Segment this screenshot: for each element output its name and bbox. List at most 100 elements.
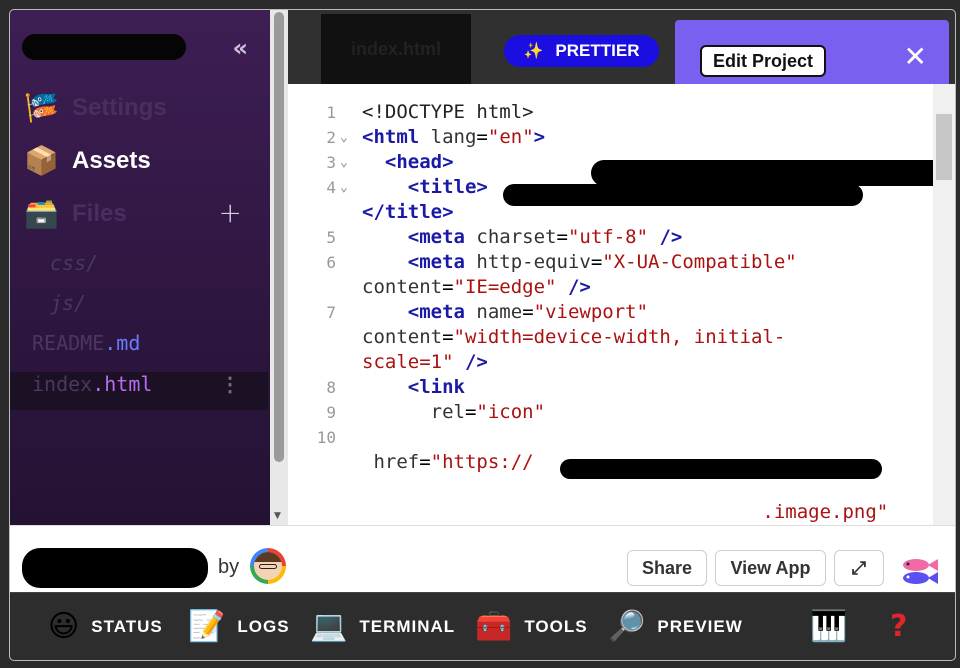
prettier-button[interactable]: ✨ PRETTIER [504, 35, 659, 67]
keyboard-button[interactable]: 🎹 [810, 607, 847, 647]
logs-label: LOGS [237, 617, 290, 636]
code-text: <!DOCTYPE html> [362, 101, 534, 123]
code-text: <title> [407, 176, 488, 198]
scrollbar-thumb[interactable] [936, 114, 952, 180]
code-text: content="IE=edge" /> [362, 276, 591, 298]
code-line[interactable]: content="width=device-width, initial- [288, 325, 933, 350]
tools-button[interactable]: 🧰 TOOLS [475, 607, 588, 647]
file-name: css/ [50, 251, 99, 275]
file-name: js/ [50, 291, 87, 315]
avatar-glasses [259, 564, 277, 569]
avatar[interactable] [250, 548, 286, 584]
fold-chevron-icon[interactable]: ⌄ [340, 175, 348, 200]
view-app-button[interactable]: View App [715, 550, 826, 586]
code-line[interactable]: 1 <!DOCTYPE html> [288, 100, 933, 125]
toolbox-icon: 🧰 [475, 609, 513, 644]
logs-button[interactable]: 📝 LOGS [188, 607, 290, 647]
file-item-index[interactable]: index.html ⋮ [10, 372, 268, 410]
tools-label: TOOLS [524, 617, 588, 636]
tab-index-html[interactable]: index.html [321, 14, 471, 88]
code-text: <html lang="en"> [362, 126, 546, 148]
code-scrollbar[interactable] [933, 84, 955, 525]
expand-icon[interactable]: ⤢ [834, 550, 884, 586]
file-box-icon: 🗃️ [24, 197, 59, 230]
status-label: STATUS [91, 617, 163, 636]
status-button[interactable]: 😃 STATUS [48, 607, 163, 647]
fold-chevron-icon[interactable]: ⌄ [340, 125, 348, 150]
code-text: <link [407, 376, 465, 398]
code-redaction [618, 160, 933, 184]
edit-project-button[interactable]: Edit Project [700, 45, 826, 77]
code-text: href="https:// [373, 451, 534, 473]
sidebar-item-label: Assets [72, 147, 151, 174]
project-name-redacted[interactable] [22, 34, 186, 60]
code-line[interactable]: .image.png" [288, 500, 933, 525]
code-text: .image.png" [762, 501, 889, 523]
file-item-readme[interactable]: README.md [10, 331, 268, 369]
scrollbar-thumb[interactable] [274, 12, 284, 462]
code-line[interactable]: 8 <link [288, 375, 933, 400]
smiley-icon: 😃 [48, 609, 80, 644]
code-redaction [503, 184, 863, 206]
code-text: <meta charset="utf-8" /> [407, 226, 683, 248]
preview-label: PREVIEW [657, 617, 743, 636]
code-line[interactable]: content="IE=edge" /> [288, 275, 933, 300]
close-icon[interactable]: ✕ [904, 40, 927, 73]
file-name: index [32, 372, 93, 396]
add-file-icon[interactable]: + [219, 196, 242, 229]
package-icon: 📦 [24, 144, 59, 177]
code-line[interactable]: 6 <meta http-equiv="X-UA-Compatible" [288, 250, 933, 275]
sidebar-item-assets[interactable]: 📦 Assets [24, 141, 264, 181]
fish-logo-icon[interactable] [898, 556, 940, 586]
line-number: 9 [326, 403, 336, 422]
editor-window: « 🎏 Settings 📦 Assets 🗃️ Files + css/ js… [10, 10, 955, 660]
question-icon: ? [890, 609, 908, 644]
code-redaction [560, 459, 882, 479]
terminal-button[interactable]: 💻 TERMINAL [310, 607, 455, 647]
laptop-icon: 💻 [310, 609, 348, 644]
by-label: by [218, 556, 240, 578]
line-number: 7 [326, 303, 336, 322]
project-header: « [22, 34, 262, 64]
code-text: rel="icon" [430, 401, 546, 423]
line-number: 2 [326, 128, 336, 147]
owner-name-redacted [22, 548, 208, 588]
file-ext: .html [92, 372, 153, 396]
code-text: <meta http-equiv="X-UA-Compatible" [407, 251, 797, 273]
bottom-toolbar: 😃 STATUS 📝 LOGS 💻 TERMINAL 🧰 TOOLS 🔎 PRE… [10, 592, 955, 660]
line-number: 4 [326, 178, 336, 197]
scroll-down-arrow-icon[interactable]: ▼ [274, 511, 281, 521]
line-number: 3 [326, 153, 336, 172]
sidebar-item-label: Settings [72, 94, 167, 121]
line-number: 5 [326, 228, 336, 247]
avatar-face [254, 552, 282, 580]
fold-chevron-icon[interactable]: ⌄ [340, 150, 348, 175]
line-number: 6 [326, 253, 336, 272]
line-number: 1 [326, 103, 336, 122]
code-line[interactable]: 5 <meta charset="utf-8" /> [288, 225, 933, 250]
project-footer: by Share View App ⤢ [10, 525, 955, 591]
code-editor[interactable]: 1 <!DOCTYPE html> 2 ⌄ <html lang="en"> 3 ⌄ <he… [288, 84, 933, 525]
sidebar-scrollbar[interactable]: ▼ [270, 10, 288, 525]
code-text: <meta name="viewport" [407, 301, 649, 323]
code-line[interactable]: 9 rel="icon" [288, 400, 933, 425]
file-item-css[interactable]: css/ [10, 251, 268, 289]
collapse-sidebar-icon[interactable]: « [232, 34, 248, 62]
code-line[interactable]: 7 <meta name="viewport" [288, 300, 933, 325]
share-button[interactable]: Share [627, 550, 707, 586]
code-line[interactable]: scale=1" /> [288, 350, 933, 375]
code-line[interactable]: 2 ⌄ <html lang="en"> [288, 125, 933, 150]
magnifier-icon: 🔎 [608, 609, 646, 644]
code-text: <head> [384, 151, 454, 173]
code-text: scale=1" /> [362, 351, 488, 373]
help-button[interactable]: ? [890, 607, 907, 647]
sidebar-item-settings[interactable]: 🎏 Settings [24, 88, 264, 128]
more-options-icon[interactable]: ⋮ [220, 372, 240, 396]
avatar-hair [254, 552, 282, 562]
piano-icon: 🎹 [810, 609, 848, 644]
file-item-js[interactable]: js/ [10, 291, 268, 329]
line-number: 8 [326, 378, 336, 397]
code-text: </title> [362, 201, 454, 223]
code-line[interactable]: 10 [288, 425, 933, 450]
preview-button[interactable]: 🔎 PREVIEW [608, 607, 743, 647]
